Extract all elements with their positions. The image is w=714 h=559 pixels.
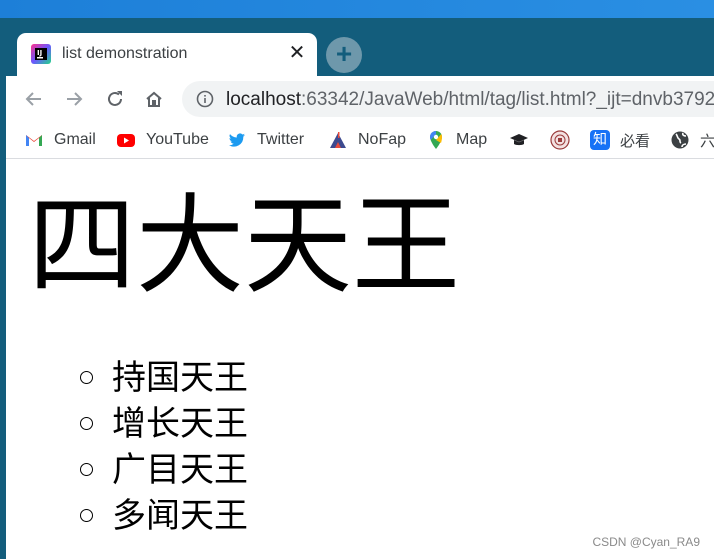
- circle-bullet-icon: [80, 371, 93, 384]
- youtube-icon: [116, 130, 136, 150]
- gmail-icon: [24, 130, 44, 150]
- maps-pin-icon: [426, 130, 446, 150]
- bookmark-youtube[interactable]: YouTube: [116, 128, 209, 152]
- browser-tab[interactable]: IJ list demonstration ✕: [17, 33, 317, 76]
- twitter-icon: [227, 130, 247, 150]
- list-item: 多闻天王: [80, 493, 248, 539]
- tab-title: list demonstration: [62, 45, 188, 62]
- nofap-icon: [328, 130, 348, 150]
- circle-bullet-icon: [80, 463, 93, 476]
- bookmark-twitter[interactable]: Twitter: [227, 128, 304, 152]
- url-path: :63342/JavaWeb/html/tag/list.html?_ijt=d…: [301, 89, 714, 110]
- graduation-cap-icon: [509, 130, 529, 150]
- bookmarks-bar: Gmail YouTube Twitter NoFap Map 知 必看 六: [6, 122, 714, 158]
- page-heading: 四大天王: [28, 184, 461, 309]
- globe-icon: [670, 130, 690, 150]
- page-content: 四大天王 持国天王 增长天王 广目天王 多闻天王: [6, 159, 714, 559]
- list-item: 广目天王: [80, 447, 248, 493]
- list-item: 增长天王: [80, 401, 248, 447]
- list-item-text: 增长天王: [112, 404, 248, 444]
- url-host: localhost: [226, 89, 301, 110]
- bookmark-label: YouTube: [146, 131, 209, 148]
- new-tab-button[interactable]: +: [326, 37, 362, 73]
- tab-strip: IJ list demonstration ✕ +: [6, 18, 714, 76]
- bookmark-map[interactable]: Map: [426, 128, 487, 152]
- bookmark-label: 六: [700, 131, 714, 150]
- url-text: localhost:63342/JavaWeb/html/tag/list.ht…: [226, 89, 714, 111]
- university-seal-icon: [550, 130, 570, 150]
- bookmark-scholar[interactable]: [509, 128, 539, 152]
- watermark: CSDN @Cyan_RA9: [592, 535, 700, 549]
- bookmark-gmail[interactable]: Gmail: [24, 128, 96, 152]
- jetbrains-icon: IJ: [31, 44, 51, 64]
- home-icon[interactable]: [142, 87, 166, 111]
- bookmark-label: 必看: [620, 131, 651, 150]
- bookmark-label: NoFap: [358, 131, 407, 148]
- info-icon[interactable]: [196, 90, 214, 108]
- heavenly-kings-list: 持国天王 增长天王 广目天王 多闻天王: [80, 355, 248, 539]
- desktop-background: [0, 0, 714, 18]
- back-arrow-icon[interactable]: [22, 87, 46, 111]
- list-item: 持国天王: [80, 355, 248, 401]
- bookmark-university[interactable]: [550, 128, 580, 152]
- reload-icon[interactable]: [103, 87, 127, 111]
- list-item-text: 持国天王: [112, 358, 248, 398]
- bookmark-label: Gmail: [54, 131, 96, 148]
- bookmark-globe[interactable]: 六: [670, 128, 714, 152]
- forward-arrow-icon[interactable]: [62, 87, 86, 111]
- list-item-text: 广目天王: [112, 450, 248, 490]
- svg-text:IJ: IJ: [37, 49, 42, 57]
- close-icon[interactable]: ✕: [287, 43, 307, 63]
- bookmark-label: Map: [456, 131, 488, 148]
- circle-bullet-icon: [80, 509, 93, 522]
- zhihu-icon: 知: [590, 130, 610, 150]
- address-bar[interactable]: localhost:63342/JavaWeb/html/tag/list.ht…: [182, 81, 714, 117]
- bookmark-nofap[interactable]: NoFap: [328, 128, 406, 152]
- circle-bullet-icon: [80, 417, 93, 430]
- bookmark-zhihu[interactable]: 知 必看: [590, 128, 650, 152]
- browser-toolbar: localhost:63342/JavaWeb/html/tag/list.ht…: [6, 76, 714, 122]
- bookmark-label: Twitter: [257, 131, 305, 148]
- list-item-text: 多闻天王: [112, 496, 248, 536]
